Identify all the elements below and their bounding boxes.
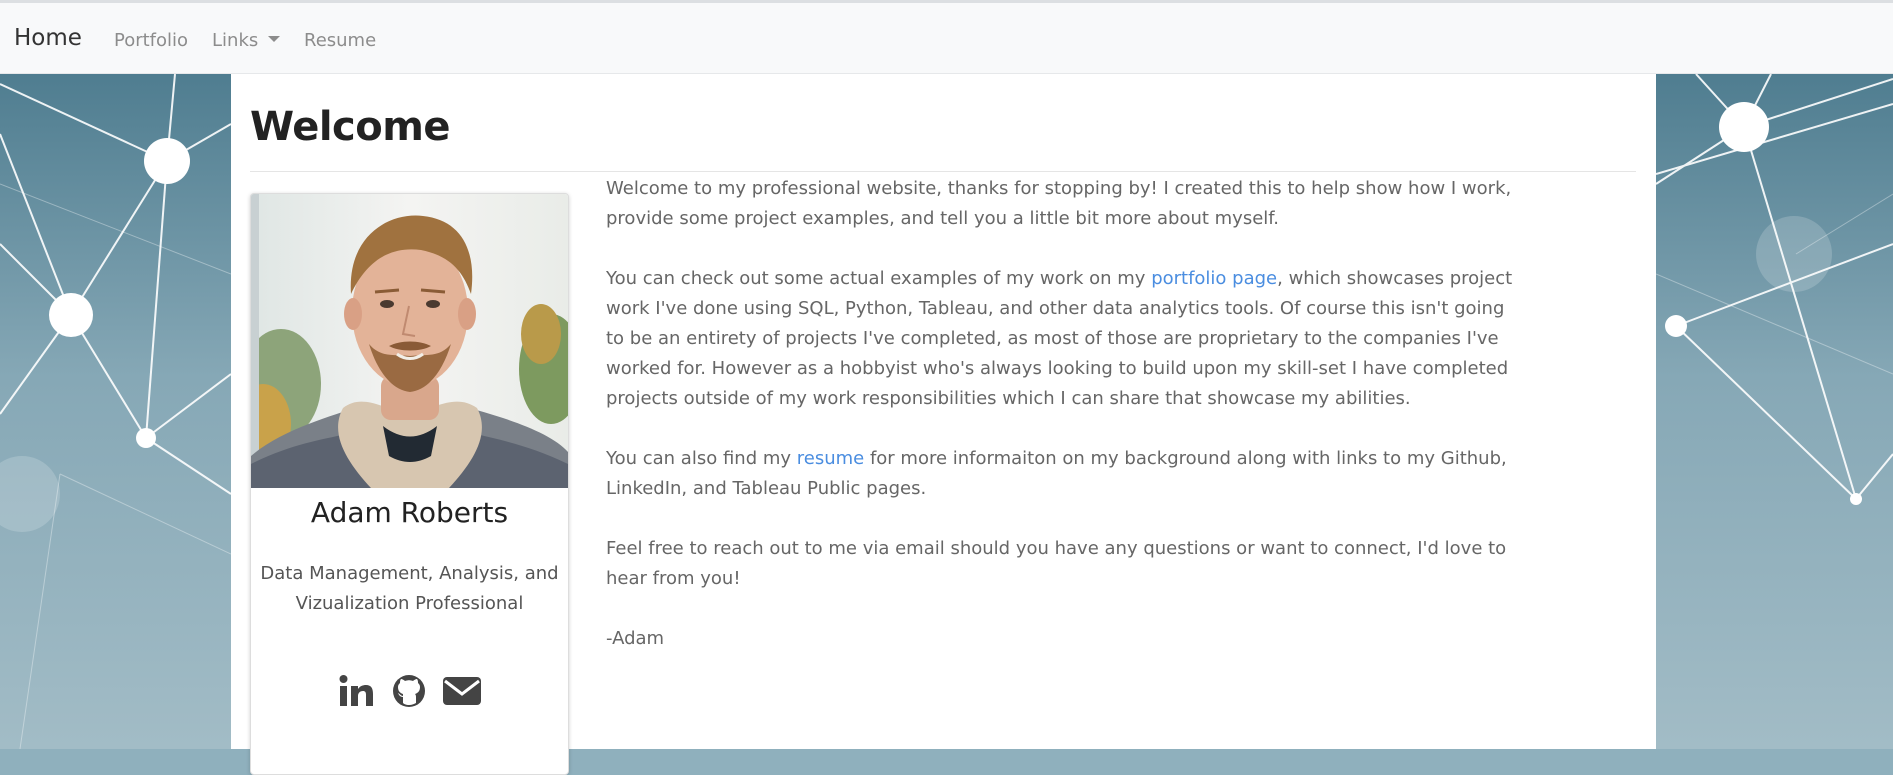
page-title: Welcome (250, 104, 451, 150)
nav-brand-home[interactable]: Home (14, 25, 82, 51)
resume-link[interactable]: resume (797, 448, 864, 469)
intro-paragraph-3: You can also find my resume for more inf… (606, 444, 1526, 504)
caret-down-icon (268, 36, 281, 42)
network-background-left (0, 74, 231, 749)
intro-paragraph-2: You can check out some actual examples o… (606, 264, 1526, 414)
linkedin-icon[interactable] (338, 674, 374, 712)
profile-name: Adam Roberts (310, 496, 509, 529)
github-icon[interactable] (392, 674, 426, 712)
intro-paragraph-4: Feel free to reach out to me via email s… (606, 538, 1507, 589)
portfolio-page-link[interactable]: portfolio page (1151, 268, 1277, 289)
title-divider (250, 171, 1636, 172)
signoff: -Adam (606, 628, 665, 649)
profile-card: Adam Roberts Data Management, Analysis, … (250, 193, 569, 775)
nav-item-portfolio[interactable]: Portfolio (114, 30, 188, 51)
intro-text: Welcome to my professional website, than… (606, 174, 1526, 684)
nav-item-links-label: Links (212, 30, 259, 51)
paragraph-2-text-end: , which showcases project work I've done… (606, 268, 1513, 409)
intro-paragraph-1: Welcome to my professional website, than… (606, 178, 1512, 229)
main-content: Welcome Adam Roberts Data Management, An… (231, 74, 1656, 775)
nav-item-links-dropdown[interactable]: Links (212, 30, 281, 51)
envelope-icon[interactable] (442, 675, 481, 711)
profile-photo (251, 194, 568, 488)
nav-item-resume[interactable]: Resume (304, 30, 376, 51)
top-navbar: Home Portfolio Links Resume (0, 3, 1893, 74)
network-background-right (1656, 74, 1893, 749)
paragraph-2-text-start: You can check out some actual examples o… (606, 268, 1152, 289)
paragraph-3-text-start: You can also find my (606, 448, 797, 469)
profile-title: Data Management, Analysis, and Vizualiza… (260, 563, 559, 614)
social-links (251, 674, 568, 714)
